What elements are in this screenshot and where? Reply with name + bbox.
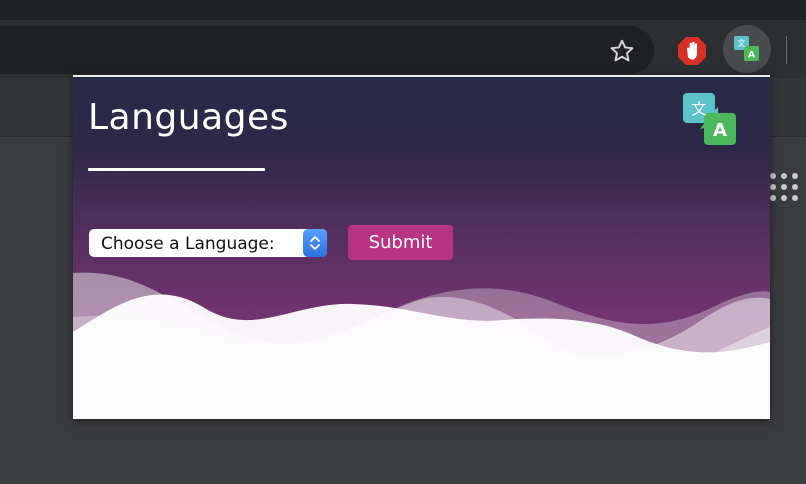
translate-logo-icon: 文 A (683, 93, 736, 145)
svg-text:文: 文 (691, 100, 706, 118)
svg-text:A: A (748, 51, 755, 61)
tab-strip (0, 0, 806, 20)
select-arrows-icon[interactable] (303, 229, 327, 257)
title-underline (88, 168, 265, 171)
stop-hand-icon (678, 37, 706, 65)
svg-text:文: 文 (738, 38, 746, 48)
toolbar-divider (786, 36, 787, 64)
submit-button[interactable]: Submit (348, 225, 453, 260)
extension-popup: Languages 文 A Choose a Language: Submit (73, 75, 770, 419)
star-icon (610, 39, 634, 62)
bookmark-star-button[interactable] (604, 34, 640, 68)
translate-icon: 文 A (734, 36, 759, 61)
translate-extension-button[interactable]: 文 A (723, 25, 771, 73)
address-bar[interactable] (0, 26, 654, 74)
apps-grid-icon[interactable] (770, 173, 800, 203)
adblock-extension-button[interactable] (675, 34, 709, 68)
language-select[interactable]: Choose a Language: (89, 229, 327, 257)
svg-text:A: A (713, 120, 727, 141)
popup-title: Languages (88, 97, 289, 138)
language-select-value: Choose a Language: (101, 234, 275, 254)
